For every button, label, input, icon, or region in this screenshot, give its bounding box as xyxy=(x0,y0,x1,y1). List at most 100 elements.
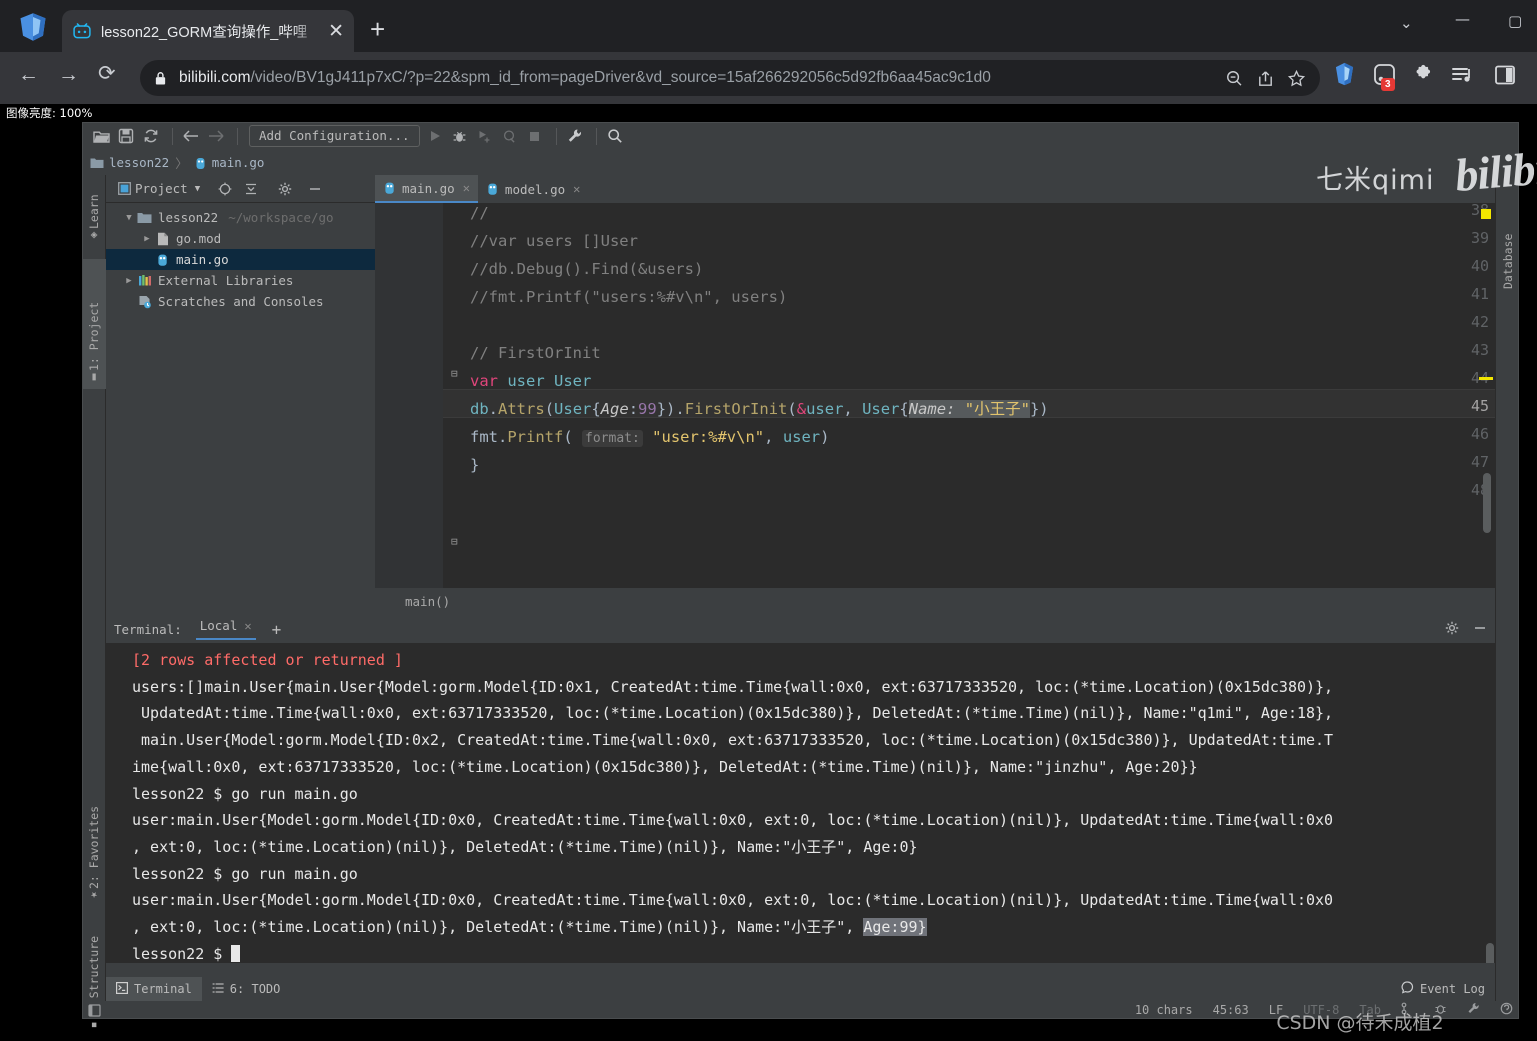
tree-node-scratches[interactable]: Scratches and Consoles xyxy=(106,291,375,312)
tool-button-terminal[interactable]: Terminal xyxy=(106,977,202,1001)
address-bar[interactable]: bilibili.com/video/BV1gJ411p7xC/?p=22&sp… xyxy=(140,60,1320,96)
search-everywhere-icon[interactable] xyxy=(604,125,626,147)
editor-tab-main-go[interactable]: main.go ✕ xyxy=(375,175,478,203)
share-icon[interactable] xyxy=(1256,69,1275,88)
tool-button-todo[interactable]: 6: TODO xyxy=(202,977,291,1001)
terminal-text: [2 rows affected or returned ] xyxy=(132,651,403,669)
new-tab-button[interactable]: + xyxy=(370,16,385,42)
browser-tab[interactable]: lesson22_GORM查询操作_哔哩 ✕ xyxy=(62,10,354,52)
close-icon[interactable]: ✕ xyxy=(463,181,470,195)
reload-button[interactable]: ⟳ xyxy=(98,63,116,84)
editor-warning-marker[interactable] xyxy=(1481,209,1491,219)
terminal-text: UpdatedAt:time.Time{wall:0x0, ext:637173… xyxy=(132,704,1334,723)
terminal-line: main.User{Model:gorm.Model{ID:0x2, Creat… xyxy=(132,727,1495,754)
close-icon[interactable]: ✕ xyxy=(573,182,580,196)
tool-window-project[interactable]: ▮ 1: Project xyxy=(82,259,106,389)
run-with-coverage-icon[interactable] xyxy=(474,125,496,147)
terminal-line: lesson22 $ xyxy=(132,941,1495,963)
debug-icon[interactable] xyxy=(449,125,471,147)
tree-node-lesson22[interactable]: ▼ lesson22 ~/workspace/go xyxy=(106,207,375,228)
code-line[interactable]: // FirstOrInit xyxy=(470,339,601,367)
profile-icon[interactable] xyxy=(499,125,521,147)
stop-icon[interactable] xyxy=(524,125,546,147)
tree-node-gomod[interactable]: ▶ go.mod xyxy=(106,228,375,249)
maximize-button[interactable]: ▢ xyxy=(1508,12,1522,30)
code-line[interactable]: // xyxy=(470,203,489,227)
project-tree: ▼ lesson22 ~/workspace/go ▶ go.mod main.… xyxy=(106,203,375,312)
notifications-icon[interactable] xyxy=(1500,1002,1513,1018)
run-configuration-selector[interactable]: Add Configuration... xyxy=(249,125,420,147)
status-caret-position[interactable]: 45:63 xyxy=(1213,1003,1249,1017)
terminal-tab-local[interactable]: Local ✕ xyxy=(195,618,256,640)
code-line[interactable]: //var users []User xyxy=(470,227,638,255)
tool-window-structure[interactable]: ▪ 7: Structure xyxy=(82,917,106,1037)
navigate-back-icon[interactable] xyxy=(180,125,202,147)
build-icon[interactable] xyxy=(1467,1002,1480,1018)
playlist-icon[interactable] xyxy=(1452,66,1474,86)
code-line[interactable]: db.Attrs(User{Age:99}).FirstOrInit(&user… xyxy=(470,395,1049,423)
fold-marker-41[interactable]: ⊟ xyxy=(451,367,458,380)
code-line[interactable]: //db.Debug().Find(&users) xyxy=(470,255,703,283)
tree-node-label: External Libraries xyxy=(158,273,294,288)
extensions-puzzle-icon[interactable] xyxy=(1413,64,1435,86)
tree-twisty[interactable]: ▶ xyxy=(140,234,154,244)
breadcrumb-project[interactable]: lesson22 xyxy=(90,155,169,170)
tree-node-maingo[interactable]: main.go xyxy=(106,249,375,270)
code-token: ( xyxy=(544,400,555,418)
code-line[interactable]: var user User xyxy=(470,367,591,395)
side-panel-icon[interactable] xyxy=(1494,64,1516,86)
code-line[interactable]: //fmt.Printf("users:%#v\n", users) xyxy=(470,283,787,311)
shields-badge-count: 3 xyxy=(1381,78,1395,91)
build-icon[interactable] xyxy=(564,125,586,147)
show-tool-windows-icon[interactable] xyxy=(88,1003,101,1017)
hide-panel-icon[interactable] xyxy=(308,182,322,196)
zoom-out-icon[interactable] xyxy=(1225,69,1244,88)
brave-rewards-icon[interactable] xyxy=(1334,62,1355,86)
event-log-button[interactable]: Event Log xyxy=(1401,981,1485,997)
open-folder-icon[interactable] xyxy=(90,125,112,147)
code-token: "user:%#v\n" xyxy=(652,428,765,446)
code-line[interactable]: } xyxy=(470,451,479,479)
page-right-margin xyxy=(1519,122,1537,1041)
tab-close-icon[interactable]: ✕ xyxy=(328,22,344,41)
chevron-down-icon[interactable]: ⌄ xyxy=(1400,14,1413,32)
code-token: ) xyxy=(820,428,830,446)
editor-tab-model-go[interactable]: model.go ✕ xyxy=(478,175,588,203)
tree-node-external-libraries[interactable]: ▶ External Libraries xyxy=(106,270,375,291)
code-token: format: xyxy=(582,430,643,447)
tree-twisty[interactable]: ▼ xyxy=(122,213,136,223)
fold-marker-47[interactable]: ⊟ xyxy=(451,535,458,548)
tree-twisty[interactable]: ▶ xyxy=(122,276,136,286)
csdn-watermark: CSDN @待禾成植2 xyxy=(1276,1012,1444,1034)
forward-button[interactable]: → xyxy=(58,64,79,85)
chevron-down-icon[interactable]: ▼ xyxy=(195,184,200,194)
terminal-line: user:main.User{Model:gorm.Model{ID:0x0, … xyxy=(132,807,1495,834)
settings-gear-icon[interactable] xyxy=(278,182,292,196)
event-log-label: Event Log xyxy=(1419,982,1485,996)
editor-tab-label: model.go xyxy=(504,181,566,197)
settings-gear-icon[interactable] xyxy=(1445,621,1459,638)
tool-window-database-label: Database xyxy=(1501,233,1515,289)
terminal-scrollbar[interactable] xyxy=(1486,943,1494,963)
terminal-output[interactable]: [2 rows affected or returned ] users:[]ma… xyxy=(106,643,1495,963)
sync-icon[interactable] xyxy=(140,125,162,147)
tool-window-favorites[interactable]: ★ 2: Favorites xyxy=(82,787,106,907)
minimize-button[interactable]: — xyxy=(1455,10,1470,28)
code-token: Printf xyxy=(507,428,564,446)
breadcrumb-file[interactable]: main.go xyxy=(194,155,264,170)
collapse-all-icon[interactable] xyxy=(244,182,258,196)
close-icon[interactable]: ✕ xyxy=(244,619,251,633)
balloon-icon xyxy=(1401,981,1414,997)
code-editor[interactable]: 38 // 39 //var users []User 40 //db.Debug().F… xyxy=(375,203,1495,588)
editor-scrollbar[interactable] xyxy=(1483,473,1491,533)
run-icon[interactable] xyxy=(424,125,446,147)
hide-panel-icon[interactable] xyxy=(1473,621,1487,638)
locate-icon[interactable] xyxy=(218,182,232,196)
back-button[interactable]: ← xyxy=(18,64,39,85)
tool-window-learn[interactable]: ◈ Learn xyxy=(82,177,106,247)
tool-button-todo-label: 6: TODO xyxy=(229,982,281,996)
save-all-icon[interactable] xyxy=(115,125,137,147)
terminal-add-tab-button[interactable]: + xyxy=(272,620,282,639)
code-line[interactable]: fmt.Printf( format: "user:%#v\n", user) xyxy=(470,423,829,451)
bookmark-star-icon[interactable] xyxy=(1287,69,1306,88)
